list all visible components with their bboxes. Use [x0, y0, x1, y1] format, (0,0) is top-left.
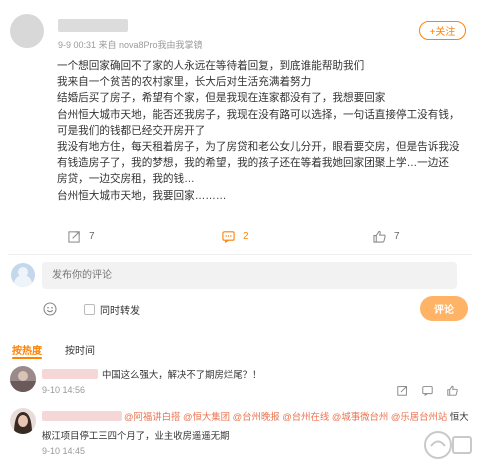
- divider: [8, 254, 472, 255]
- post-line: 可是我们的钱都已经交开房开了: [57, 124, 206, 137]
- reply-icon[interactable]: [422, 385, 433, 396]
- forward-also-label: 同时转发: [100, 306, 140, 317]
- replier-name-redacted[interactable]: [42, 369, 98, 379]
- author-name-redacted[interactable]: [58, 19, 128, 32]
- post-text: 一个想回家确回不了家的人永远在等待着回复，到底谁能帮助我们 我来自一个贫苦的农村…: [57, 58, 467, 204]
- forward-count: 7: [89, 231, 95, 242]
- comment-composer: 同时转发 评论: [10, 262, 470, 334]
- reply-text-tail: 恒大: [447, 411, 469, 422]
- forward-icon: [68, 231, 80, 243]
- reply-time: 9-10 14:45: [42, 446, 86, 456]
- list-item: @阿福讲白搭 @恒大集团 @台州晚报 @台州在线 @城事微台州 @乐居台州站 恒…: [8, 408, 472, 458]
- post-action-bar: 7 2 7: [0, 230, 480, 248]
- post-meta: 9-9 00:31 来自 nova8Pro我由我掌镜: [58, 40, 203, 50]
- reply-text-line2: 椒江项目停工三四个月了，业主收房遥遥无期: [42, 430, 230, 441]
- comment-count: 2: [243, 231, 249, 242]
- author-avatar[interactable]: [10, 14, 44, 48]
- reply-actions: [397, 385, 458, 396]
- tab-by-time[interactable]: 按时间: [65, 342, 95, 357]
- reply-mentions[interactable]: @阿福讲白搭 @恒大集团 @台州晚报 @台州在线 @城事微台州 @乐居台州站: [124, 411, 447, 422]
- forward-button[interactable]: 7: [68, 230, 95, 243]
- post-line: 台州恒大城市天地，我要回家………: [57, 189, 227, 202]
- share-icon[interactable]: [397, 385, 408, 396]
- avatar[interactable]: [10, 366, 36, 392]
- post-header: 9-9 00:31 来自 nova8Pro我由我掌镜 +关注: [10, 14, 470, 50]
- post-line: 我来自一个贫苦的农村家里，长大后对生活充满着努力: [57, 76, 312, 89]
- post-line: 房贷，一边交房租，我的钱…: [57, 173, 195, 186]
- comment-input[interactable]: [42, 262, 457, 289]
- post-line: 我没有地方住，每天租着房子，为了房贷和老公女儿分开，眼看要交房，但是告诉我没: [57, 141, 460, 154]
- like-count: 7: [394, 231, 400, 242]
- active-tab-indicator: [12, 357, 42, 359]
- list-item: 中国这么强大，解决不了期房烂尾？！ 9-10 14:56: [8, 366, 472, 396]
- comment-icon: [222, 231, 235, 243]
- follow-button[interactable]: +关注: [419, 21, 466, 40]
- like-button[interactable]: 7: [373, 230, 400, 243]
- forward-also-toggle[interactable]: 同时转发: [84, 302, 140, 317]
- current-user-avatar: [11, 263, 35, 287]
- post-line: 结婚后买了房子，希望有个家，但是我现在连家都没有了，我想要回家: [57, 92, 386, 105]
- site-watermark-logo: [424, 431, 472, 459]
- avatar[interactable]: [10, 408, 36, 434]
- post-line: 有钱造房子了，我的梦想，我的希望，我的孩子还在等着我她回家团聚上学…一边还: [57, 157, 449, 170]
- forward-also-checkbox[interactable]: [84, 304, 95, 315]
- like-icon: [373, 230, 386, 243]
- replier-name-redacted[interactable]: [42, 411, 122, 421]
- tab-by-heat[interactable]: 按热度: [12, 342, 42, 357]
- thumb-icon[interactable]: [447, 385, 458, 396]
- submit-comment-button[interactable]: 评论: [420, 296, 468, 321]
- post-line: 一个想回家确回不了家的人永远在等待着回复，到底谁能帮助我们: [57, 60, 365, 72]
- comment-button[interactable]: 2: [222, 230, 249, 243]
- reply-time: 9-10 14:56: [42, 385, 86, 395]
- post-line: 台州恒大城市天地，能否还我房子，我现在没有路可以选择，一句话直接停工没有钱，: [57, 108, 460, 121]
- reply-text: 中国这么强大，解决不了期房烂尾？！: [102, 369, 262, 380]
- emoji-icon[interactable]: [43, 302, 57, 316]
- reply-text: @阿福讲白搭 @恒大集团 @台州晚报 @台州在线 @城事微台州 @乐居台州站 恒…: [124, 409, 469, 423]
